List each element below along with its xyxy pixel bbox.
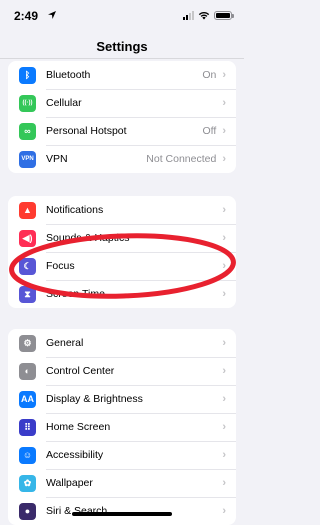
- chevron-right-icon: ›: [222, 337, 226, 349]
- text-size-icon: AA: [19, 390, 36, 408]
- settings-row-label: Screen Time: [46, 288, 105, 300]
- settings-row-screen-time[interactable]: ⧗ Screen Time ›: [8, 280, 236, 308]
- wifi-icon: [198, 11, 210, 20]
- settings-row-label: Personal Hotspot: [46, 125, 127, 137]
- bluetooth-icon: ᛒ: [19, 66, 36, 84]
- settings-row-label: Notifications: [46, 204, 104, 216]
- settings-row-display-brightness[interactable]: AA Display & Brightness ›: [8, 385, 236, 413]
- chevron-right-icon: ›: [222, 365, 226, 377]
- settings-row-control-center[interactable]: ◐ Control Center ›: [8, 357, 236, 385]
- siri-icon: ●: [19, 502, 36, 520]
- chevron-right-icon: ›: [222, 260, 226, 272]
- settings-row-label: VPN: [46, 153, 68, 165]
- chevron-right-icon: ›: [222, 204, 226, 216]
- settings-row-value: Off: [202, 125, 217, 137]
- chevron-right-icon: ›: [222, 421, 226, 433]
- settings-row-bluetooth[interactable]: ᛒ Bluetooth On ›: [8, 61, 236, 89]
- battery-icon: [214, 11, 234, 20]
- settings-row-label: Wallpaper: [46, 477, 93, 489]
- settings-row-sounds-haptics[interactable]: ◀) Sounds & Haptics ›: [8, 224, 236, 252]
- settings-row-notifications[interactable]: ▲ Notifications ›: [8, 196, 236, 224]
- moon-icon: ☾: [19, 257, 36, 275]
- toggles-icon: ◐: [19, 362, 36, 380]
- antenna-icon: ((·)): [19, 94, 36, 112]
- settings-row-cellular[interactable]: ((·)) Cellular ›: [8, 89, 236, 117]
- settings-row-label: Accessibility: [46, 449, 104, 461]
- chevron-right-icon: ›: [222, 505, 226, 517]
- settings-row-value: Not Connected: [146, 153, 217, 165]
- chevron-right-icon: ›: [222, 153, 226, 165]
- bell-icon: ▲: [19, 201, 36, 219]
- nav-divider: [0, 58, 244, 59]
- settings-row-personal-hotspot[interactable]: ∞ Personal Hotspot Off ›: [8, 117, 236, 145]
- chevron-right-icon: ›: [222, 125, 226, 137]
- settings-row-label: Home Screen: [46, 421, 111, 433]
- location-arrow-icon: [48, 11, 56, 19]
- chevron-right-icon: ›: [222, 288, 226, 300]
- gear-icon: ⚙: [19, 334, 36, 352]
- speaker-icon: ◀): [19, 229, 36, 247]
- link-icon: ∞: [19, 122, 36, 140]
- settings-row-home-screen[interactable]: ⠿ Home Screen ›: [8, 413, 236, 441]
- app-grid-icon: ⠿: [19, 418, 36, 436]
- settings-row-vpn[interactable]: VPN VPN Not Connected ›: [8, 145, 236, 173]
- vpn-icon: VPN: [19, 150, 36, 168]
- status-icons: [183, 11, 234, 20]
- chevron-right-icon: ›: [222, 477, 226, 489]
- accessibility-icon: ☺: [19, 446, 36, 464]
- chevron-right-icon: ›: [222, 449, 226, 461]
- chevron-right-icon: ›: [222, 393, 226, 405]
- settings-group-notifications: ▲ Notifications › ◀) Sounds & Haptics › ☾ Focus…: [8, 196, 236, 308]
- status-bar: 2:49: [0, 0, 244, 34]
- flower-icon: ✿: [19, 474, 36, 492]
- chevron-right-icon: ›: [222, 97, 226, 109]
- settings-row-accessibility[interactable]: ☺ Accessibility ›: [8, 441, 236, 469]
- settings-row-wallpaper[interactable]: ✿ Wallpaper ›: [8, 469, 236, 497]
- settings-row-label: Control Center: [46, 365, 115, 377]
- settings-row-label: Sounds & Haptics: [46, 232, 130, 244]
- hourglass-icon: ⧗: [19, 285, 36, 303]
- settings-row-label: Display & Brightness: [46, 393, 143, 405]
- page-title: Settings: [96, 39, 148, 54]
- status-time: 2:49: [14, 9, 39, 23]
- settings-row-label: Focus: [46, 260, 75, 272]
- settings-row-focus[interactable]: ☾ Focus ›: [8, 252, 236, 280]
- home-indicator[interactable]: [72, 512, 172, 516]
- settings-group-general: ⚙ General › ◐ Control Center › AA Display & Bri…: [8, 329, 236, 525]
- settings-row-general[interactable]: ⚙ General ›: [8, 329, 236, 357]
- chevron-right-icon: ›: [222, 232, 226, 244]
- cellular-signal-icon: [183, 11, 194, 20]
- settings-row-label: Bluetooth: [46, 69, 91, 81]
- settings-group-connectivity: ᛒ Bluetooth On › ((·)) Cellular › ∞ Personal Hot…: [8, 61, 236, 173]
- settings-row-label: General: [46, 337, 84, 349]
- settings-row-label: Cellular: [46, 97, 82, 109]
- chevron-right-icon: ›: [222, 69, 226, 81]
- settings-row-value: On: [202, 69, 217, 81]
